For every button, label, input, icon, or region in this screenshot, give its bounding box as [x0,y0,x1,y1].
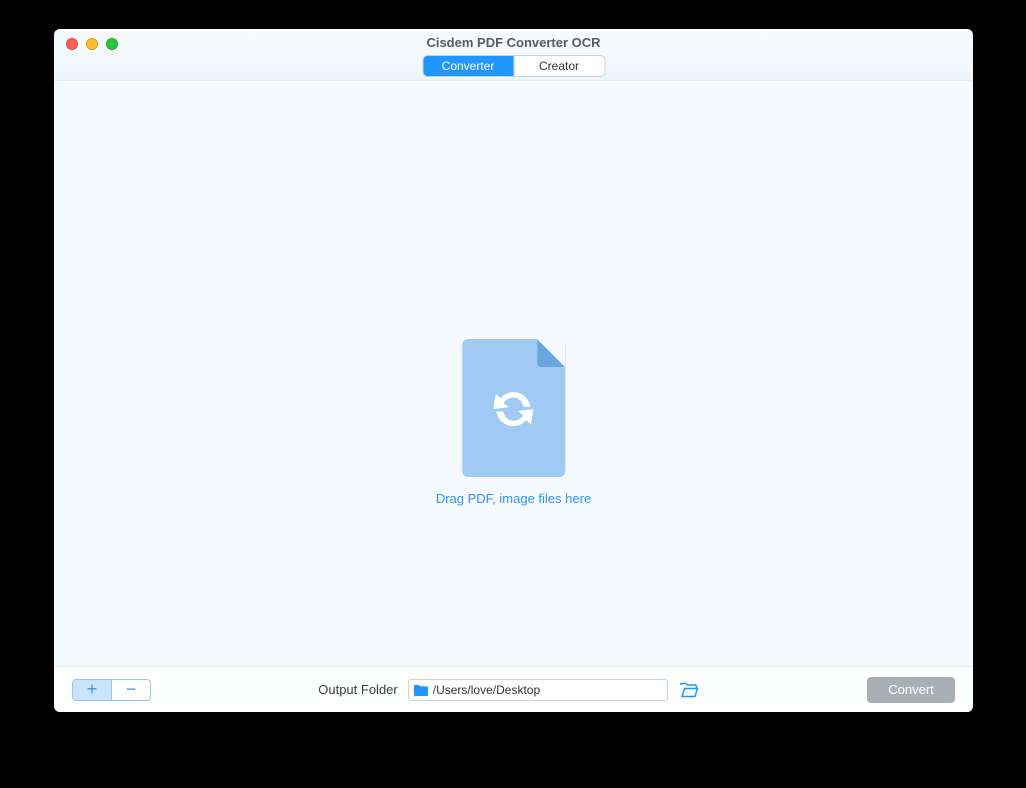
mode-tabs: Converter Creator [422,55,605,77]
output-folder-path: /Users/love/Desktop [433,683,663,697]
app-window: Cisdem PDF Converter OCR Converter Creat… [54,29,973,712]
open-folder-icon [679,682,699,698]
window-title: Cisdem PDF Converter OCR [54,35,973,50]
folder-icon [413,684,429,696]
output-folder-field[interactable]: /Users/love/Desktop [408,679,668,701]
add-remove-group: + − [72,679,151,701]
tab-creator[interactable]: Creator [514,56,604,76]
browse-folder-button[interactable] [678,679,700,701]
titlebar: Cisdem PDF Converter OCR Converter Creat… [54,29,973,81]
convert-button[interactable]: Convert [867,677,955,703]
output-folder-label: Output Folder [318,682,398,697]
main-area: Drag PDF, image files here [54,81,973,666]
refresh-arrows-icon [486,381,542,437]
add-file-button[interactable]: + [73,680,111,700]
drop-hint: Drag PDF, image files here [436,491,591,506]
footer-bar: + − Output Folder /Users/love/Desktop Co… [54,666,973,712]
drop-zone[interactable]: Drag PDF, image files here [436,339,591,506]
remove-file-button[interactable]: − [112,680,150,700]
tab-converter[interactable]: Converter [423,56,513,76]
file-refresh-icon [462,339,565,477]
